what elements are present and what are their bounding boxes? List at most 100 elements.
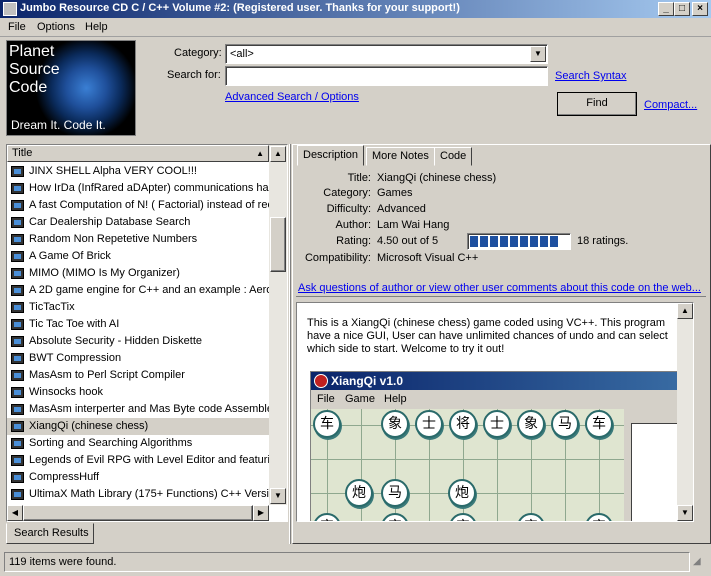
list-item[interactable]: Tic Tac Toe with AI [7,316,269,333]
chess-piece[interactable]: 车 [585,410,613,438]
list-item[interactable]: Absolute Security - Hidden Diskette [7,333,269,350]
list-item[interactable]: Winsocks hook [7,384,269,401]
list-item[interactable]: A 2D game engine for C++ and an example … [7,282,269,299]
close-button[interactable]: × [692,2,708,16]
code-file-icon [11,336,24,347]
list-item[interactable]: UltimaX Math Library (175+ Functions) C+… [7,486,269,503]
chess-piece[interactable]: 马 [381,479,409,507]
list-item[interactable]: A fast Computation of N! ( Factorial) in… [7,197,269,214]
list-horizontal-scrollbar[interactable]: ◀ ▶ [7,505,269,521]
menu-options[interactable]: Options [37,21,75,33]
menu-file[interactable]: File [8,21,26,33]
hscroll-thumb[interactable] [23,505,253,521]
scroll-up-icon[interactable]: ▲ [270,146,286,162]
list-item[interactable]: Random Non Repetetive Numbers [7,231,269,248]
rating-bar [467,233,571,250]
desc-scroll-down-icon[interactable]: ▼ [677,505,693,521]
logo-line-2: Source [9,61,60,78]
compact-link[interactable]: Compact... [644,99,697,111]
description-scrollbar[interactable]: ▲ ▼ [677,303,693,521]
chess-piece[interactable]: 象 [381,410,409,438]
logo-tagline: Dream It. Code It. [11,118,106,132]
list-item[interactable]: XiangQi (chinese chess) [7,418,269,435]
list-item[interactable]: MasAsm interperter and Mas Byte code Ass… [7,401,269,418]
detail-category: Games [377,187,413,199]
chess-piece[interactable]: 卒 [517,513,545,521]
detail-compat-label: Compatibility: [304,252,371,264]
xiangqi-menu-help: Help [384,393,407,405]
category-dropdown[interactable]: <all> ▼ [225,44,548,64]
chess-piece[interactable]: 卒 [313,513,341,521]
chess-piece[interactable]: 马 [551,410,579,438]
list-item[interactable]: Sorting and Searching Algorithms [7,435,269,452]
detail-difficulty: Advanced [377,203,426,215]
chess-piece[interactable]: 炮 [448,479,476,507]
desc-scroll-up-icon[interactable]: ▲ [677,303,693,319]
tab-search-results[interactable]: Search Results [6,523,94,544]
logo-line-1: Planet [9,43,55,60]
list-item[interactable]: JINX SHELL Alpha VERY COOL!!! [7,163,269,180]
chess-piece[interactable]: 象 [517,410,545,438]
tab-code[interactable]: Code [434,147,473,166]
minimize-button[interactable]: _ [658,2,674,16]
menu-help[interactable]: Help [85,21,108,33]
search-input[interactable] [225,66,548,86]
code-file-icon [11,370,24,381]
code-file-icon [11,319,24,330]
list-item[interactable]: MIMO (MIMO Is My Organizer) [7,265,269,282]
list-item-label: TicTacTix [29,301,75,313]
scroll-down-icon[interactable]: ▼ [270,488,286,504]
list-vertical-scrollbar[interactable]: ▲ ▼ [269,145,287,505]
chess-piece[interactable]: 卒 [449,513,477,521]
list-item[interactable]: BWT Compression [7,350,269,367]
tab-more-notes[interactable]: More Notes [366,147,435,166]
code-file-icon [11,166,24,177]
chess-piece[interactable]: 卒 [585,513,613,521]
code-file-icon [11,387,24,398]
resize-grip-icon[interactable]: ◢ [693,556,709,572]
list-item-label: BWT Compression [29,352,122,364]
list-item[interactable]: Car Dealership Database Search [7,214,269,231]
search-syntax-link[interactable]: Search Syntax [555,70,627,82]
list-item-label: A fast Computation of N! ( Factorial) in… [29,199,269,211]
list-item[interactable]: CompressHuff [7,469,269,486]
chess-piece[interactable]: 卒 [381,513,409,521]
chess-piece[interactable]: 炮 [345,479,373,507]
advanced-search-link[interactable]: Advanced Search / Options [225,91,359,103]
scroll-thumb[interactable] [270,217,286,272]
code-file-icon [11,455,24,466]
chess-piece[interactable]: 将 [449,410,477,438]
code-file-icon [11,489,24,500]
code-file-icon [11,217,24,228]
chess-piece[interactable]: 士 [415,410,443,438]
chess-piece[interactable]: 车 [313,410,341,438]
title-column-header[interactable]: Title ▲ [7,145,269,162]
code-file-icon [11,251,24,262]
list-item[interactable]: TicTacTix [7,299,269,316]
list-item[interactable]: MasAsm to Perl Script Compiler [7,367,269,384]
ask-questions-link[interactable]: Ask questions of author or view other us… [298,282,702,294]
list-item-label: MasAsm interperter and Mas Byte code Ass… [29,403,269,415]
list-item[interactable]: Legends of Evil RPG with Level Editor an… [7,452,269,469]
scroll-left-icon[interactable]: ◀ [7,505,23,521]
list-item-label: A Game Of Brick [29,250,111,262]
chevron-down-icon[interactable]: ▼ [530,46,546,62]
category-value: <all> [230,48,254,60]
list-item-label: Absolute Security - Hidden Diskette [29,335,203,347]
list-item[interactable]: A Game Of Brick [7,248,269,265]
logo-line-3: Code [9,79,48,96]
code-file-icon [11,200,24,211]
list-item-label: How IrDa (InfRared aDApter) communicatio… [29,182,269,194]
list-item[interactable]: How IrDa (InfRared aDApter) communicatio… [7,180,269,197]
code-file-icon [11,421,24,432]
tab-description[interactable]: Description [297,145,365,166]
pane-splitter[interactable] [289,144,291,544]
detail-difficulty-label: Difficulty: [326,203,371,215]
code-file-icon [11,285,24,296]
find-button[interactable]: Find [557,92,637,116]
chess-piece[interactable]: 士 [483,410,511,438]
scroll-right-icon[interactable]: ▶ [253,505,269,521]
status-bar: 119 items were found. [4,552,690,572]
maximize-button[interactable]: □ [674,2,690,16]
detail-category-label: Category: [323,187,371,199]
